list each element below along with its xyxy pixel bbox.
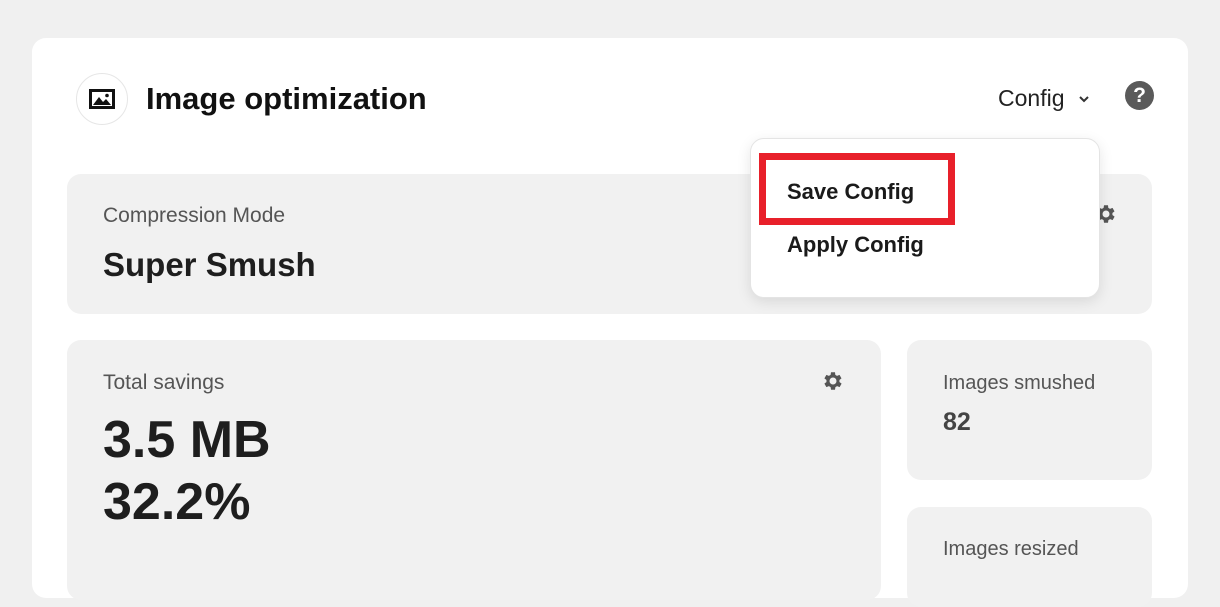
images-smushed-value: 82 (943, 408, 971, 436)
compression-mode-label: Compression Mode (103, 204, 286, 227)
total-savings-size: 3.5 MB (103, 411, 271, 469)
image-icon (76, 73, 128, 125)
apply-config-menu-item[interactable]: Apply Config (787, 232, 924, 258)
images-resized-panel: Images resized (907, 507, 1152, 607)
images-smushed-panel: Images smushed 82 (907, 340, 1152, 480)
compression-mode-value: Super Smush (103, 246, 316, 283)
chevron-down-icon (1078, 91, 1090, 109)
total-savings-percent: 32.2% (103, 473, 251, 531)
total-savings-panel: Total savings 3.5 MB 32.2% (67, 340, 881, 600)
images-resized-label: Images resized (943, 538, 1079, 560)
config-label: Config (998, 84, 1065, 111)
highlight-box (759, 153, 955, 225)
total-savings-label: Total savings (103, 371, 225, 394)
page-title: Image optimization (146, 81, 427, 116)
header: Image optimization (76, 72, 427, 126)
images-smushed-label: Images smushed (943, 372, 1096, 394)
help-glyph: ? (1133, 83, 1146, 107)
gear-icon[interactable] (821, 369, 845, 398)
question-icon[interactable]: ? (1125, 81, 1154, 110)
config-dropdown-button[interactable]: Config (998, 82, 1090, 114)
